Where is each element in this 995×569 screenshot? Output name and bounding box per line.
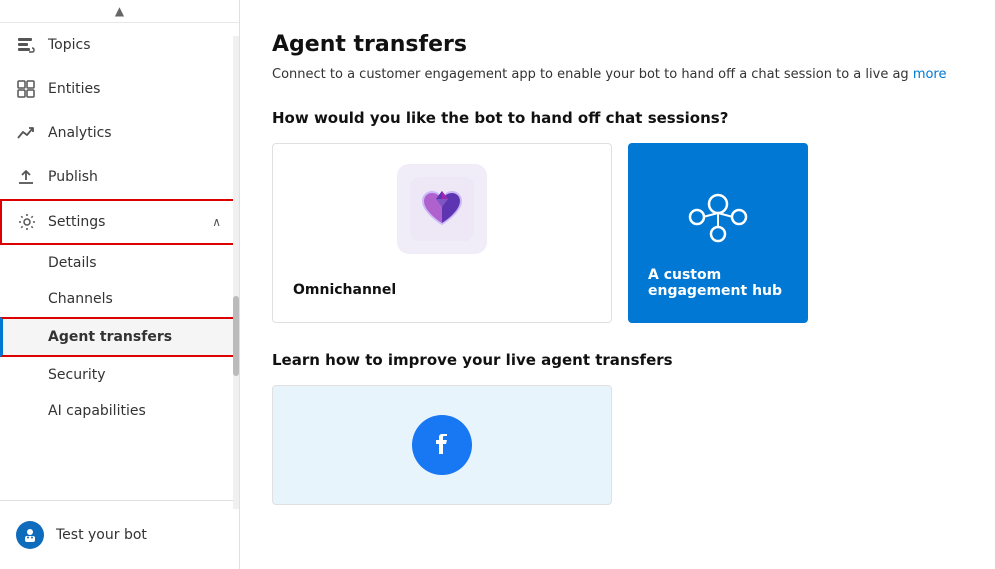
sidebar-item-topics[interactable]: Topics <box>0 23 239 67</box>
sidebar-bottom: Test your bot <box>0 500 239 569</box>
sidebar-sub-item-agent-transfers[interactable]: Agent transfers <box>0 317 239 357</box>
sidebar-scroll-area: Topics Entities Analytics <box>0 23 239 500</box>
handoff-question: How would you like the bot to hand off c… <box>272 109 963 127</box>
sidebar-sub-item-ai-capabilities-label: AI capabilities <box>48 403 146 419</box>
sidebar-item-analytics-label: Analytics <box>48 125 112 141</box>
sidebar-item-topics-label: Topics <box>48 37 91 53</box>
learn-card-icon <box>412 415 472 475</box>
custom-hub-icon <box>668 167 768 267</box>
sidebar-sub-item-agent-transfers-label: Agent transfers <box>48 329 172 345</box>
read-more-link[interactable]: more <box>913 67 947 82</box>
sidebar-sub-item-security-label: Security <box>48 367 106 383</box>
sidebar-sub-item-details[interactable]: Details <box>0 245 239 281</box>
sidebar-sub-item-details-label: Details <box>48 255 97 271</box>
publish-icon <box>16 167 36 187</box>
sidebar-sub-item-channels[interactable]: Channels <box>0 281 239 317</box>
omnichannel-logo <box>397 164 487 254</box>
settings-sub-items: Details Channels Agent transfers Securit… <box>0 245 239 429</box>
custom-hub-card[interactable]: A custom engagement hub <box>628 143 808 323</box>
entities-icon <box>16 79 36 99</box>
omnichannel-label: Omnichannel <box>293 282 396 298</box>
settings-icon <box>18 213 36 231</box>
test-bot-item[interactable]: Test your bot <box>0 509 239 561</box>
omnichannel-card[interactable]: Omnichannel <box>272 143 612 323</box>
page-description: Connect to a customer engagement app to … <box>272 65 963 85</box>
sidebar-item-publish[interactable]: Publish <box>0 155 239 199</box>
analytics-icon <box>16 123 36 143</box>
main-content: Agent transfers Connect to a customer en… <box>240 0 995 569</box>
sidebar-item-settings[interactable]: Settings ∧ <box>0 199 239 245</box>
sidebar-item-entities[interactable]: Entities <box>0 67 239 111</box>
handoff-cards-row: Omnichannel A custom engagement hub <box>272 143 963 323</box>
page-title: Agent transfers <box>272 32 963 57</box>
test-bot-label: Test your bot <box>56 527 147 543</box>
sidebar-sub-item-ai-capabilities[interactable]: AI capabilities <box>0 393 239 429</box>
sidebar-item-analytics[interactable]: Analytics <box>0 111 239 155</box>
learn-section: Learn how to improve your live agent tra… <box>272 351 963 505</box>
sidebar-settings-label: Settings <box>48 214 105 230</box>
custom-hub-label: A custom engagement hub <box>648 267 788 299</box>
learn-section-heading: Learn how to improve your live agent tra… <box>272 351 963 369</box>
description-text: Connect to a customer engagement app to … <box>272 67 909 82</box>
sidebar-sub-item-channels-label: Channels <box>48 291 113 307</box>
sidebar-item-publish-label: Publish <box>48 169 98 185</box>
sidebar: ▲ Topics <box>0 0 240 569</box>
topics-icon <box>16 35 36 55</box>
sidebar-sub-item-security[interactable]: Security <box>0 357 239 393</box>
test-bot-avatar <box>16 521 44 549</box>
sidebar-item-entities-label: Entities <box>48 81 100 97</box>
scroll-up-arrow[interactable]: ▲ <box>0 0 239 23</box>
learn-card[interactable] <box>272 385 612 505</box>
chevron-up-icon: ∧ <box>212 215 221 229</box>
